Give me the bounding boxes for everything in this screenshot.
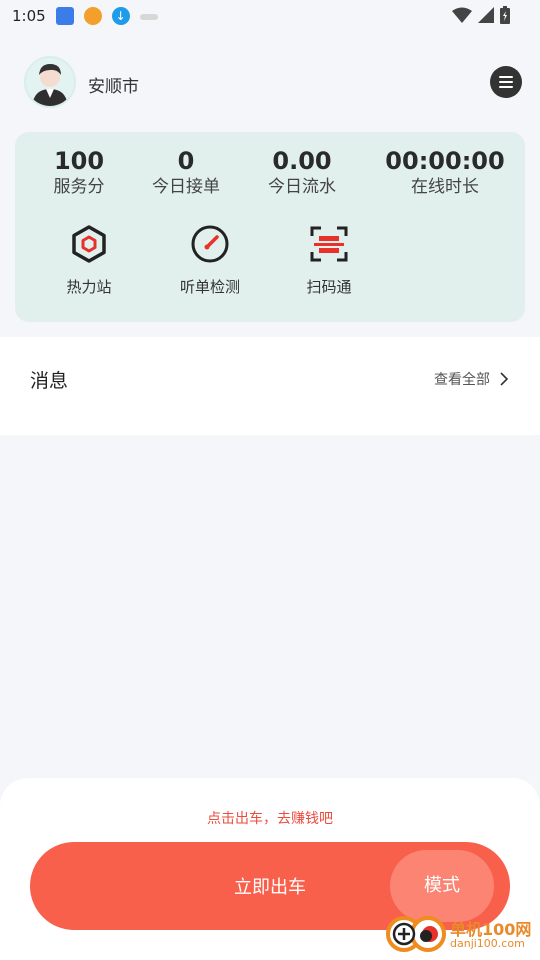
watermark: 单机100网 danji100.com — [384, 912, 534, 956]
driver-stats-card: 100 服务分 0 今日接单 0.00 今日流水 00:00:00 在线时长 热… — [15, 132, 525, 322]
tool-label: 听单检测 — [179, 278, 240, 296]
stat-value: 00:00:00 — [385, 147, 505, 175]
stat-orders-today[interactable]: 0 今日接单 — [143, 146, 229, 198]
tools-row: 热力站 听单检测 扫码通 — [15, 224, 525, 304]
status-time: 1:05 — [12, 7, 46, 25]
screen: 1:05 ↓ 安顺市 100 服务分 0 今日接单 0.00 今日流水 00:0… — [0, 0, 540, 960]
stat-turnover-today[interactable]: 0.00 今日流水 — [229, 146, 375, 198]
watermark-url: danji100.com — [450, 937, 525, 950]
tool-scan-pass[interactable]: 扫码通 — [284, 224, 374, 297]
start-hint: 点击出车，去赚钱吧 — [207, 811, 333, 827]
notification-app-icon — [55, 7, 74, 25]
tool-label: 扫码通 — [306, 278, 352, 296]
scan-icon — [310, 226, 348, 262]
avatar[interactable] — [24, 56, 76, 108]
stat-label: 今日接单 — [152, 177, 220, 197]
watermark-logo-icon — [386, 916, 446, 952]
stats-row: 100 服务分 0 今日接单 0.00 今日流水 00:00:00 在线时长 — [15, 146, 525, 198]
tool-heat-station[interactable]: 热力站 — [44, 224, 134, 297]
messages-section: 消息 查看全部 — [0, 337, 540, 435]
bottom-panel: 点击出车，去赚钱吧 立即出车 模式 单机100网 danji100.com — [0, 778, 540, 960]
gauge-icon — [191, 225, 229, 263]
menu-line — [499, 86, 513, 88]
status-indicators — [452, 6, 510, 24]
view-all-link[interactable]: 查看全部 — [434, 369, 508, 389]
status-bar: 1:05 ↓ — [0, 0, 540, 32]
tool-label: 热力站 — [66, 278, 112, 296]
hexagon-icon — [72, 225, 106, 263]
battery-icon — [500, 6, 510, 24]
stat-label: 在线时长 — [411, 177, 479, 197]
stat-value: 0 — [177, 147, 195, 175]
view-all-label: 查看全部 — [434, 372, 490, 388]
signal-icon — [478, 7, 494, 23]
menu-line — [499, 81, 513, 83]
menu-line — [499, 76, 513, 78]
notification-app-icon — [83, 7, 102, 25]
tool-order-detection[interactable]: 听单检测 — [165, 224, 255, 297]
avatar-person-icon — [32, 64, 68, 106]
stat-label: 服务分 — [53, 177, 105, 197]
messages-title: 消息 — [30, 370, 69, 392]
menu-button[interactable] — [490, 66, 522, 98]
wifi-icon — [452, 7, 472, 23]
header: 安顺市 — [0, 50, 540, 114]
stat-value: 100 — [53, 147, 105, 175]
stat-online-duration[interactable]: 00:00:00 在线时长 — [375, 146, 515, 198]
stat-value: 0.00 — [272, 147, 332, 175]
download-icon: ↓ — [111, 7, 130, 25]
stat-service-score[interactable]: 100 服务分 — [15, 146, 143, 198]
stat-label: 今日流水 — [268, 177, 336, 197]
chevron-right-icon — [500, 372, 508, 386]
city-label[interactable]: 安顺市 — [88, 72, 139, 97]
notification-app-icon — [139, 14, 158, 20]
